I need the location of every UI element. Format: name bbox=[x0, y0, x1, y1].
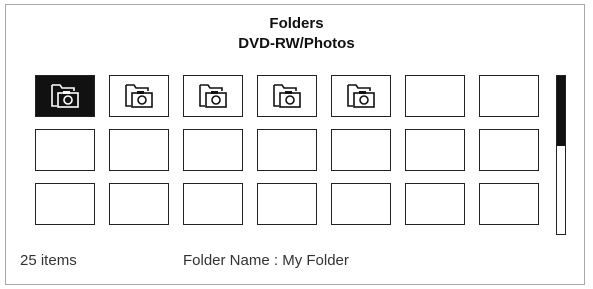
empty-cell[interactable] bbox=[405, 129, 465, 171]
empty-cell[interactable] bbox=[257, 129, 317, 171]
empty-cell[interactable] bbox=[35, 129, 95, 171]
folder-cell[interactable] bbox=[109, 75, 169, 117]
item-count: 25 items bbox=[20, 252, 77, 269]
folder-cell[interactable] bbox=[331, 75, 391, 117]
empty-cell[interactable] bbox=[183, 183, 243, 225]
folder-cell[interactable] bbox=[183, 75, 243, 117]
photo-folder-icon bbox=[273, 84, 301, 108]
folder-cell[interactable] bbox=[257, 75, 317, 117]
photo-folder-icon bbox=[199, 84, 227, 108]
photo-folder-icon bbox=[125, 84, 153, 108]
scrollbar[interactable] bbox=[556, 75, 566, 235]
empty-cell[interactable] bbox=[331, 129, 391, 171]
page-title: Folders bbox=[269, 15, 324, 32]
folder-name-label: Folder Name : My Folder bbox=[183, 252, 349, 269]
folder-path: DVD-RW/Photos bbox=[238, 35, 355, 52]
folder-cell[interactable] bbox=[35, 75, 95, 117]
empty-cell[interactable] bbox=[257, 183, 317, 225]
empty-cell[interactable] bbox=[35, 183, 95, 225]
empty-cell[interactable] bbox=[479, 75, 539, 117]
photo-folder-icon bbox=[51, 84, 79, 108]
empty-cell[interactable] bbox=[109, 183, 169, 225]
empty-cell[interactable] bbox=[109, 129, 169, 171]
empty-cell[interactable] bbox=[405, 183, 465, 225]
photo-folder-icon bbox=[347, 84, 375, 108]
empty-cell[interactable] bbox=[183, 129, 243, 171]
empty-cell[interactable] bbox=[479, 129, 539, 171]
empty-cell[interactable] bbox=[331, 183, 391, 225]
scrollbar-thumb[interactable] bbox=[557, 76, 565, 146]
empty-cell[interactable] bbox=[405, 75, 465, 117]
empty-cell[interactable] bbox=[479, 183, 539, 225]
